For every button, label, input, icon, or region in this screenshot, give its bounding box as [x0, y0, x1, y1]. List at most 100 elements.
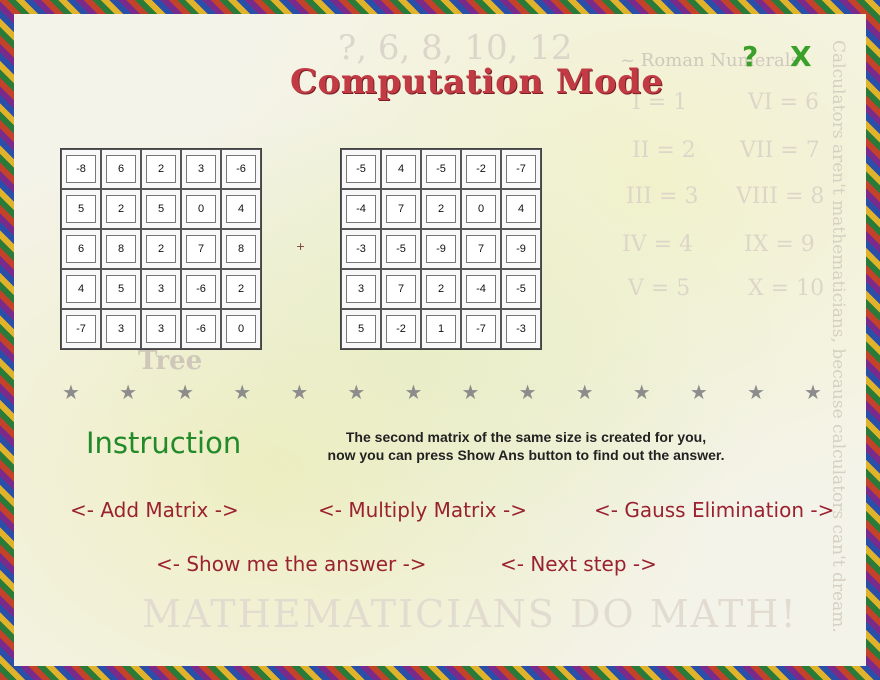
- matrix-cell: 3: [341, 269, 381, 309]
- matrix-cell: -7: [461, 309, 501, 349]
- matrix-cell: 4: [61, 269, 101, 309]
- matrix-cell-input[interactable]: -5: [346, 155, 376, 183]
- matrix-cell-input[interactable]: 1: [426, 315, 456, 343]
- matrix-cell-input[interactable]: 4: [66, 275, 96, 303]
- matrix-cell-input[interactable]: 7: [386, 195, 416, 223]
- matrix-cell: 2: [421, 269, 461, 309]
- matrix-cell: -9: [501, 229, 541, 269]
- matrix-cell-input[interactable]: -3: [506, 315, 536, 343]
- matrix-cell-input[interactable]: 7: [466, 235, 496, 263]
- matrix-cell-input[interactable]: -2: [466, 155, 496, 183]
- matrix-cell-input[interactable]: 3: [346, 275, 376, 303]
- matrix-cell: -5: [421, 149, 461, 189]
- matrix-cell: 5: [141, 189, 181, 229]
- matrix-cell-input[interactable]: -7: [466, 315, 496, 343]
- matrix-cell: 6: [61, 229, 101, 269]
- matrix-cell: -2: [461, 149, 501, 189]
- matrix-cell: -5: [341, 149, 381, 189]
- matrix-cell: -6: [181, 309, 221, 349]
- matrix-cell-input[interactable]: 3: [146, 315, 176, 343]
- matrix-cell-input[interactable]: -8: [66, 155, 96, 183]
- matrix-cell-input[interactable]: -5: [426, 155, 456, 183]
- matrix-cell-input[interactable]: 3: [146, 275, 176, 303]
- star-icon: ★: [746, 380, 765, 404]
- matrix-cell-input[interactable]: 6: [66, 235, 96, 263]
- gauss-elimination-button[interactable]: <- Gauss Elimination ->: [594, 498, 834, 522]
- matrix-cell: 3: [141, 309, 181, 349]
- matrix-cell-input[interactable]: 5: [146, 195, 176, 223]
- bg-roman-4: IV = 4: [622, 232, 693, 257]
- star-icon: ★: [632, 380, 651, 404]
- matrix-cell-input[interactable]: 5: [66, 195, 96, 223]
- matrix-cell-input[interactable]: -7: [506, 155, 536, 183]
- bg-roman-9: IX = 9: [744, 232, 815, 257]
- matrix-cell: 5: [61, 189, 101, 229]
- matrix-cell: 0: [181, 189, 221, 229]
- matrix-a: -8 6 2 3 -6 5 2 5 0 4 6 8 2 7 8 4 5 3 -6 2 -7 3 3 -6 0: [60, 148, 262, 350]
- matrix-cell: 0: [221, 309, 261, 349]
- matrix-cell-input[interactable]: -6: [186, 275, 216, 303]
- matrix-cell-input[interactable]: 2: [146, 155, 176, 183]
- matrix-cell-input[interactable]: 0: [226, 315, 256, 343]
- matrix-cell-input[interactable]: 5: [106, 275, 136, 303]
- star-icon: ★: [518, 380, 537, 404]
- matrix-cell-input[interactable]: 0: [466, 195, 496, 223]
- matrix-cell: -7: [501, 149, 541, 189]
- matrix-cell-input[interactable]: -6: [186, 315, 216, 343]
- matrix-cell: 8: [221, 229, 261, 269]
- matrix-cell-input[interactable]: -2: [386, 315, 416, 343]
- bg-roman-10: X = 10: [748, 276, 825, 301]
- matrix-cell-input[interactable]: 7: [386, 275, 416, 303]
- matrix-cell-input[interactable]: 2: [146, 235, 176, 263]
- instruction-heading: Instruction: [86, 426, 242, 460]
- star-icon: ★: [176, 380, 195, 404]
- help-icon[interactable]: ?: [742, 40, 758, 73]
- matrix-cell-input[interactable]: -6: [226, 155, 256, 183]
- matrix-cell-input[interactable]: 2: [426, 195, 456, 223]
- bg-roman-5: V = 5: [628, 276, 691, 301]
- matrix-cell-input[interactable]: 2: [426, 275, 456, 303]
- matrix-cell-input[interactable]: -5: [386, 235, 416, 263]
- matrix-cell-input[interactable]: -9: [506, 235, 536, 263]
- matrix-cell: 4: [381, 149, 421, 189]
- matrix-cell-input[interactable]: 2: [106, 195, 136, 223]
- multiply-matrix-button[interactable]: <- Multiply Matrix ->: [318, 498, 527, 522]
- matrix-cell-input[interactable]: 4: [506, 195, 536, 223]
- matrix-cell-input[interactable]: 3: [106, 315, 136, 343]
- matrix-cell-input[interactable]: -4: [466, 275, 496, 303]
- matrix-cell: -5: [501, 269, 541, 309]
- matrix-cell-input[interactable]: -3: [346, 235, 376, 263]
- matrix-cell-input[interactable]: 4: [226, 195, 256, 223]
- matrix-cell: -3: [341, 229, 381, 269]
- matrix-cell: 3: [181, 149, 221, 189]
- matrix-cell-input[interactable]: 2: [226, 275, 256, 303]
- show-answer-button[interactable]: <- Show me the answer ->: [156, 552, 427, 576]
- matrix-cell: 2: [221, 269, 261, 309]
- bg-roman-7: VII = 7: [740, 138, 820, 163]
- matrix-cell-input[interactable]: 0: [186, 195, 216, 223]
- matrix-cell-input[interactable]: -4: [346, 195, 376, 223]
- add-matrix-button[interactable]: <- Add Matrix ->: [70, 498, 239, 522]
- matrix-cell: 3: [141, 269, 181, 309]
- next-step-button[interactable]: <- Next step ->: [500, 552, 657, 576]
- matrix-cell: -2: [381, 309, 421, 349]
- matrix-cell-input[interactable]: 5: [346, 315, 376, 343]
- matrix-cell: 2: [421, 189, 461, 229]
- matrix-cell-input[interactable]: 4: [386, 155, 416, 183]
- matrix-cell-input[interactable]: -9: [426, 235, 456, 263]
- bg-tree-word: Tree: [138, 346, 203, 376]
- matrix-cell-input[interactable]: 8: [106, 235, 136, 263]
- matrix-cell-input[interactable]: 7: [186, 235, 216, 263]
- star-divider: ★ ★ ★ ★ ★ ★ ★ ★ ★ ★ ★ ★ ★ ★: [62, 380, 822, 410]
- matrix-cell: -6: [221, 149, 261, 189]
- close-icon[interactable]: X: [790, 40, 812, 73]
- matrix-cell-input[interactable]: 6: [106, 155, 136, 183]
- matrix-cell-input[interactable]: 3: [186, 155, 216, 183]
- matrix-cell-input[interactable]: 8: [226, 235, 256, 263]
- bg-roman-2: II = 2: [632, 138, 696, 163]
- instruction-line-2: now you can press Show Ans button to fin…: [327, 447, 725, 463]
- matrix-cell: -6: [181, 269, 221, 309]
- instruction-text: The second matrix of the same size is cr…: [276, 428, 776, 464]
- matrix-cell-input[interactable]: -5: [506, 275, 536, 303]
- matrix-cell-input[interactable]: -7: [66, 315, 96, 343]
